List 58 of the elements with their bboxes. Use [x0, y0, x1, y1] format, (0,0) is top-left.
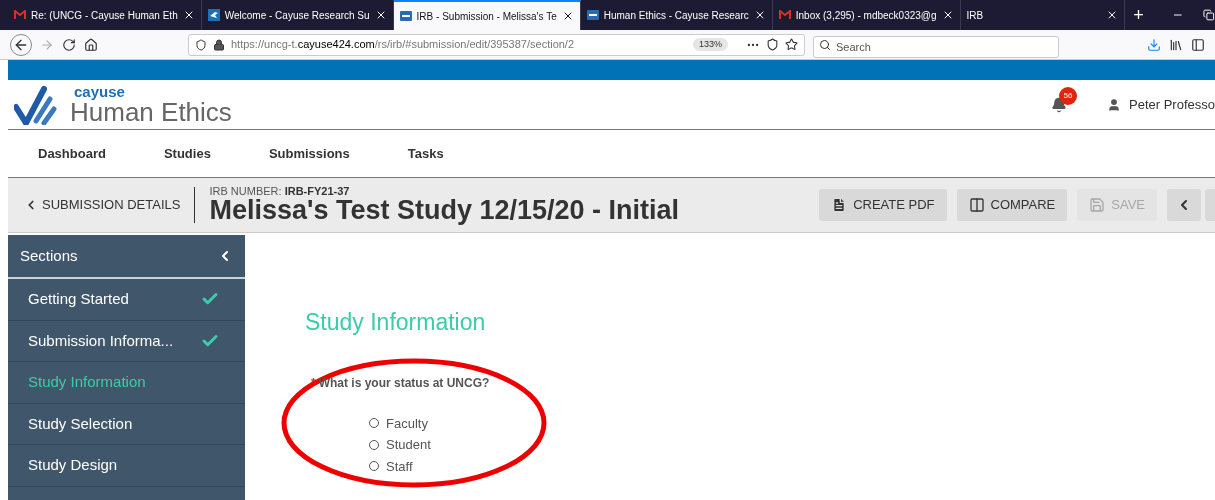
user-name[interactable]: Peter Professo — [1129, 94, 1215, 115]
restore-icon[interactable] — [1203, 9, 1215, 21]
shield-icon — [195, 38, 207, 51]
irb-number: IRB NUMBER: IRB-FY21-37 — [209, 186, 351, 197]
download-icon[interactable] — [1147, 37, 1161, 52]
mail-icon — [14, 10, 26, 20]
logo-icon — [14, 84, 60, 125]
section-heading: Study Information — [305, 308, 486, 337]
menu-item[interactable]: Submissions — [268, 143, 350, 164]
tab-title: Re: (UNCG - Cayuse Human Eth — [31, 8, 178, 23]
section-item[interactable]: Getting Started — [8, 279, 245, 321]
question-label: What is your status at UNCG? — [318, 374, 490, 392]
url-bar[interactable]: https://uncg-t.cayuse424.com/rs/irb/#submission/edit/395387/section/2 133% — [188, 33, 805, 56]
section-item[interactable]: Study Information — [8, 362, 245, 404]
star-icon[interactable] — [785, 38, 798, 51]
toolbar-button[interactable]: COMPARE — [956, 189, 1068, 221]
tab-title: IRB — [966, 8, 985, 23]
lock-icon — [213, 38, 225, 51]
logo-wordmark: cayuse — [74, 84, 126, 99]
section-item[interactable]: Submission Informa... — [8, 320, 245, 362]
toolbar-button[interactable]: CREATE PDF — [819, 189, 947, 221]
radio-option[interactable]: Staff — [369, 456, 431, 476]
menu-item[interactable]: Dashboard — [38, 143, 106, 164]
home-icon[interactable] — [84, 37, 98, 52]
search-field[interactable]: Search — [813, 35, 1059, 58]
menu-item[interactable]: Tasks — [407, 143, 444, 164]
page-title: Melissa's Test Study 12/15/20 - Initial — [209, 197, 680, 224]
section-item[interactable]: Study Selection — [8, 403, 245, 445]
section-item[interactable]: Study Design — [8, 445, 245, 487]
tab-title: IRB - Submission - Melissa's Te — [416, 9, 557, 24]
browser-tab[interactable]: IRB - Submission - Melissa's Te — [393, 0, 581, 30]
sidebar-icon[interactable] — [1191, 37, 1205, 52]
notification-badge: 56 — [1059, 86, 1077, 105]
tab-title: Inbox (3,295) - mdbeck0323@g — [795, 8, 937, 23]
product-name: Human Ethics — [70, 99, 232, 125]
previous-button[interactable] — [1167, 189, 1201, 221]
bird-icon — [207, 9, 220, 21]
reload-icon[interactable] — [62, 37, 76, 52]
user-icon — [1107, 97, 1121, 112]
url-text: https://uncg-t.cayuse424.com/rs/irb/#submission/edit/395387/section/2 — [231, 37, 575, 53]
radio-option[interactable]: Student — [369, 435, 431, 455]
search-icon — [819, 38, 831, 51]
columns-icon — [968, 197, 985, 213]
bell-icon[interactable] — [1051, 96, 1067, 113]
library-icon[interactable] — [1169, 37, 1183, 52]
tab-title: Welcome - Cayuse Research Su — [224, 8, 370, 23]
mail-icon — [778, 10, 791, 20]
app-icon — [586, 10, 599, 20]
tab-title: Human Ethics - Cayuse Researc — [603, 8, 749, 23]
save-icon — [1089, 197, 1106, 213]
sidebar-title: Sections — [20, 245, 78, 266]
required-mark: * — [311, 374, 316, 392]
zoom-badge[interactable]: 133% — [692, 37, 728, 52]
radio-option[interactable]: Faculty — [369, 413, 431, 433]
app-icon — [399, 11, 412, 21]
new-tab-button[interactable]: + — [1125, 0, 1152, 30]
back-link[interactable]: SUBMISSION DETAILS — [42, 195, 181, 215]
menu-item[interactable]: Studies — [163, 143, 211, 164]
